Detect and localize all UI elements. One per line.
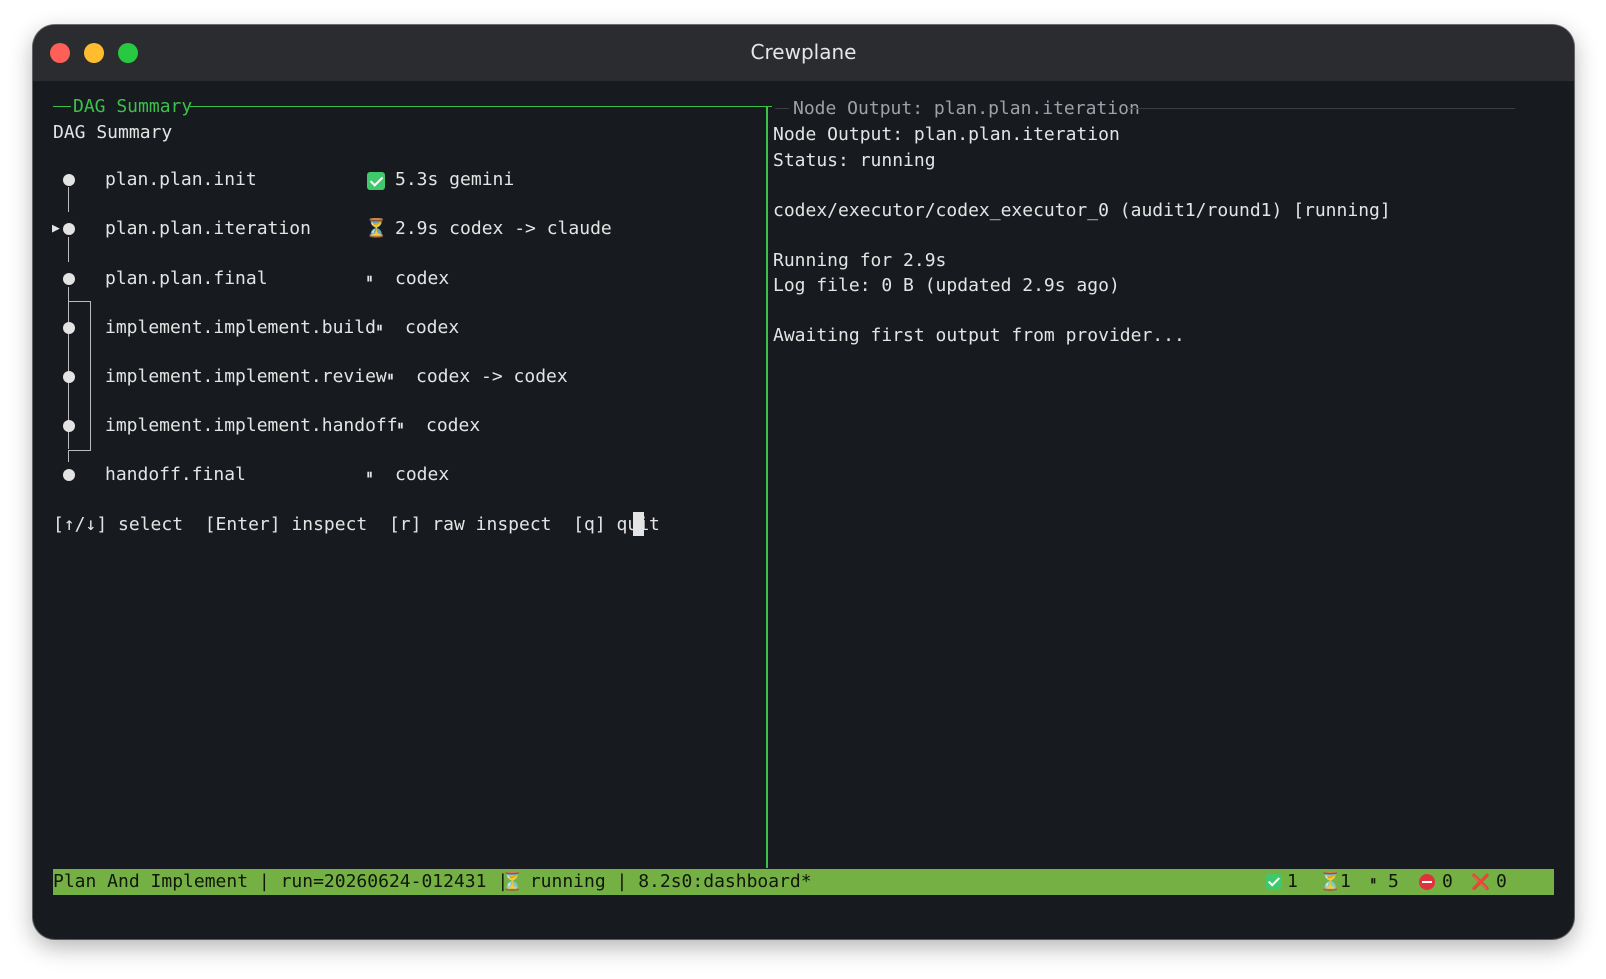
awaiting-output: Awaiting first output from provider... [773, 325, 1185, 346]
node-status: 2.9s codex -> claude [395, 218, 612, 239]
status-run-info: Plan And Implement | run=20260624-012431… [53, 871, 519, 892]
pause-icon: ⏸ [387, 369, 394, 385]
node-bullet [63, 469, 75, 481]
node-name: implement.implement.build [105, 317, 376, 338]
executor-line: codex/executor/codex_executor_0 (audit1/… [773, 200, 1391, 221]
dag-frame-top-border [53, 106, 71, 107]
selection-arrow-icon: ▶ [52, 221, 60, 236]
dag-frame-label: DAG Summary [73, 96, 193, 117]
node-bullet [63, 420, 75, 432]
tree-connector [68, 450, 69, 462]
text-cursor [633, 512, 644, 536]
running-duration: Running for 2.9s [773, 250, 947, 271]
pause-icon: ⏸ [1370, 874, 1377, 889]
paused-count: 5 [1388, 871, 1399, 892]
done-count: 1 [1287, 871, 1298, 892]
node-name: plan.plan.iteration [105, 218, 311, 239]
tree-connector [90, 301, 91, 451]
status-bar: Plan And Implement | run=20260624-012431… [53, 869, 1554, 895]
node-bullet [63, 223, 75, 235]
log-file-info: Log file: 0 B (updated 2.9s ago) [773, 275, 1120, 296]
dag-frame-top-border-right [190, 106, 772, 107]
pause-icon: ⏸ [397, 418, 404, 434]
done-check-icon [1266, 874, 1282, 890]
node-name: implement.implement.handoff [105, 415, 398, 436]
output-frame-top-border [775, 108, 789, 109]
tree-connector [68, 187, 69, 212]
blocked-count: 0 [1442, 871, 1453, 892]
node-status: codex [426, 415, 481, 436]
terminal-window: Crewplane DAG Summary DAG Summary plan.p… [33, 25, 1574, 939]
node-status: codex [405, 317, 460, 338]
node-status: 5.3s gemini [395, 169, 515, 190]
pause-icon: ⏸ [366, 467, 373, 483]
pause-icon: ⏸ [376, 320, 383, 336]
panel-divider [766, 106, 768, 868]
dag-heading: DAG Summary [53, 122, 173, 143]
node-bullet [63, 174, 75, 186]
node-bullet [63, 273, 75, 285]
tree-connector [68, 237, 69, 262]
output-status: Status: running [773, 150, 936, 171]
tree-connector [68, 450, 91, 451]
node-name: implement.implement.review [105, 366, 387, 387]
node-status: codex [395, 268, 450, 289]
hourglass-icon: ⏳ [1319, 871, 1342, 892]
node-bullet [63, 322, 75, 334]
status-state: running | 8.2s0:dashboard* [519, 871, 812, 892]
node-name: plan.plan.final [105, 268, 268, 289]
node-status: codex -> codex [416, 366, 568, 387]
title-bar: Crewplane [33, 25, 1574, 82]
node-status: codex [395, 464, 450, 485]
blocked-icon [1419, 874, 1435, 890]
failed-count: 0 [1496, 871, 1507, 892]
output-frame-top-border-right [1127, 108, 1515, 109]
keybind-help: [↑/↓] select [Enter] inspect [r] raw ins… [53, 514, 660, 535]
node-name: handoff.final [105, 464, 246, 485]
hourglass-icon: ⏳ [365, 218, 388, 239]
tree-connector [68, 301, 91, 302]
window-title: Crewplane [750, 40, 857, 64]
terminal-content[interactable]: DAG Summary DAG Summary plan.plan.init 5… [33, 81, 1574, 939]
check-icon [367, 172, 385, 190]
failed-icon: ❌ [1471, 873, 1490, 891]
output-frame-label: Node Output: plan.plan.iteration [793, 98, 1140, 119]
node-name: plan.plan.init [105, 169, 257, 190]
running-count: 1 [1340, 871, 1351, 892]
output-heading: Node Output: plan.plan.iteration [773, 124, 1120, 145]
node-bullet [63, 371, 75, 383]
pause-icon: ⏸ [366, 271, 373, 287]
